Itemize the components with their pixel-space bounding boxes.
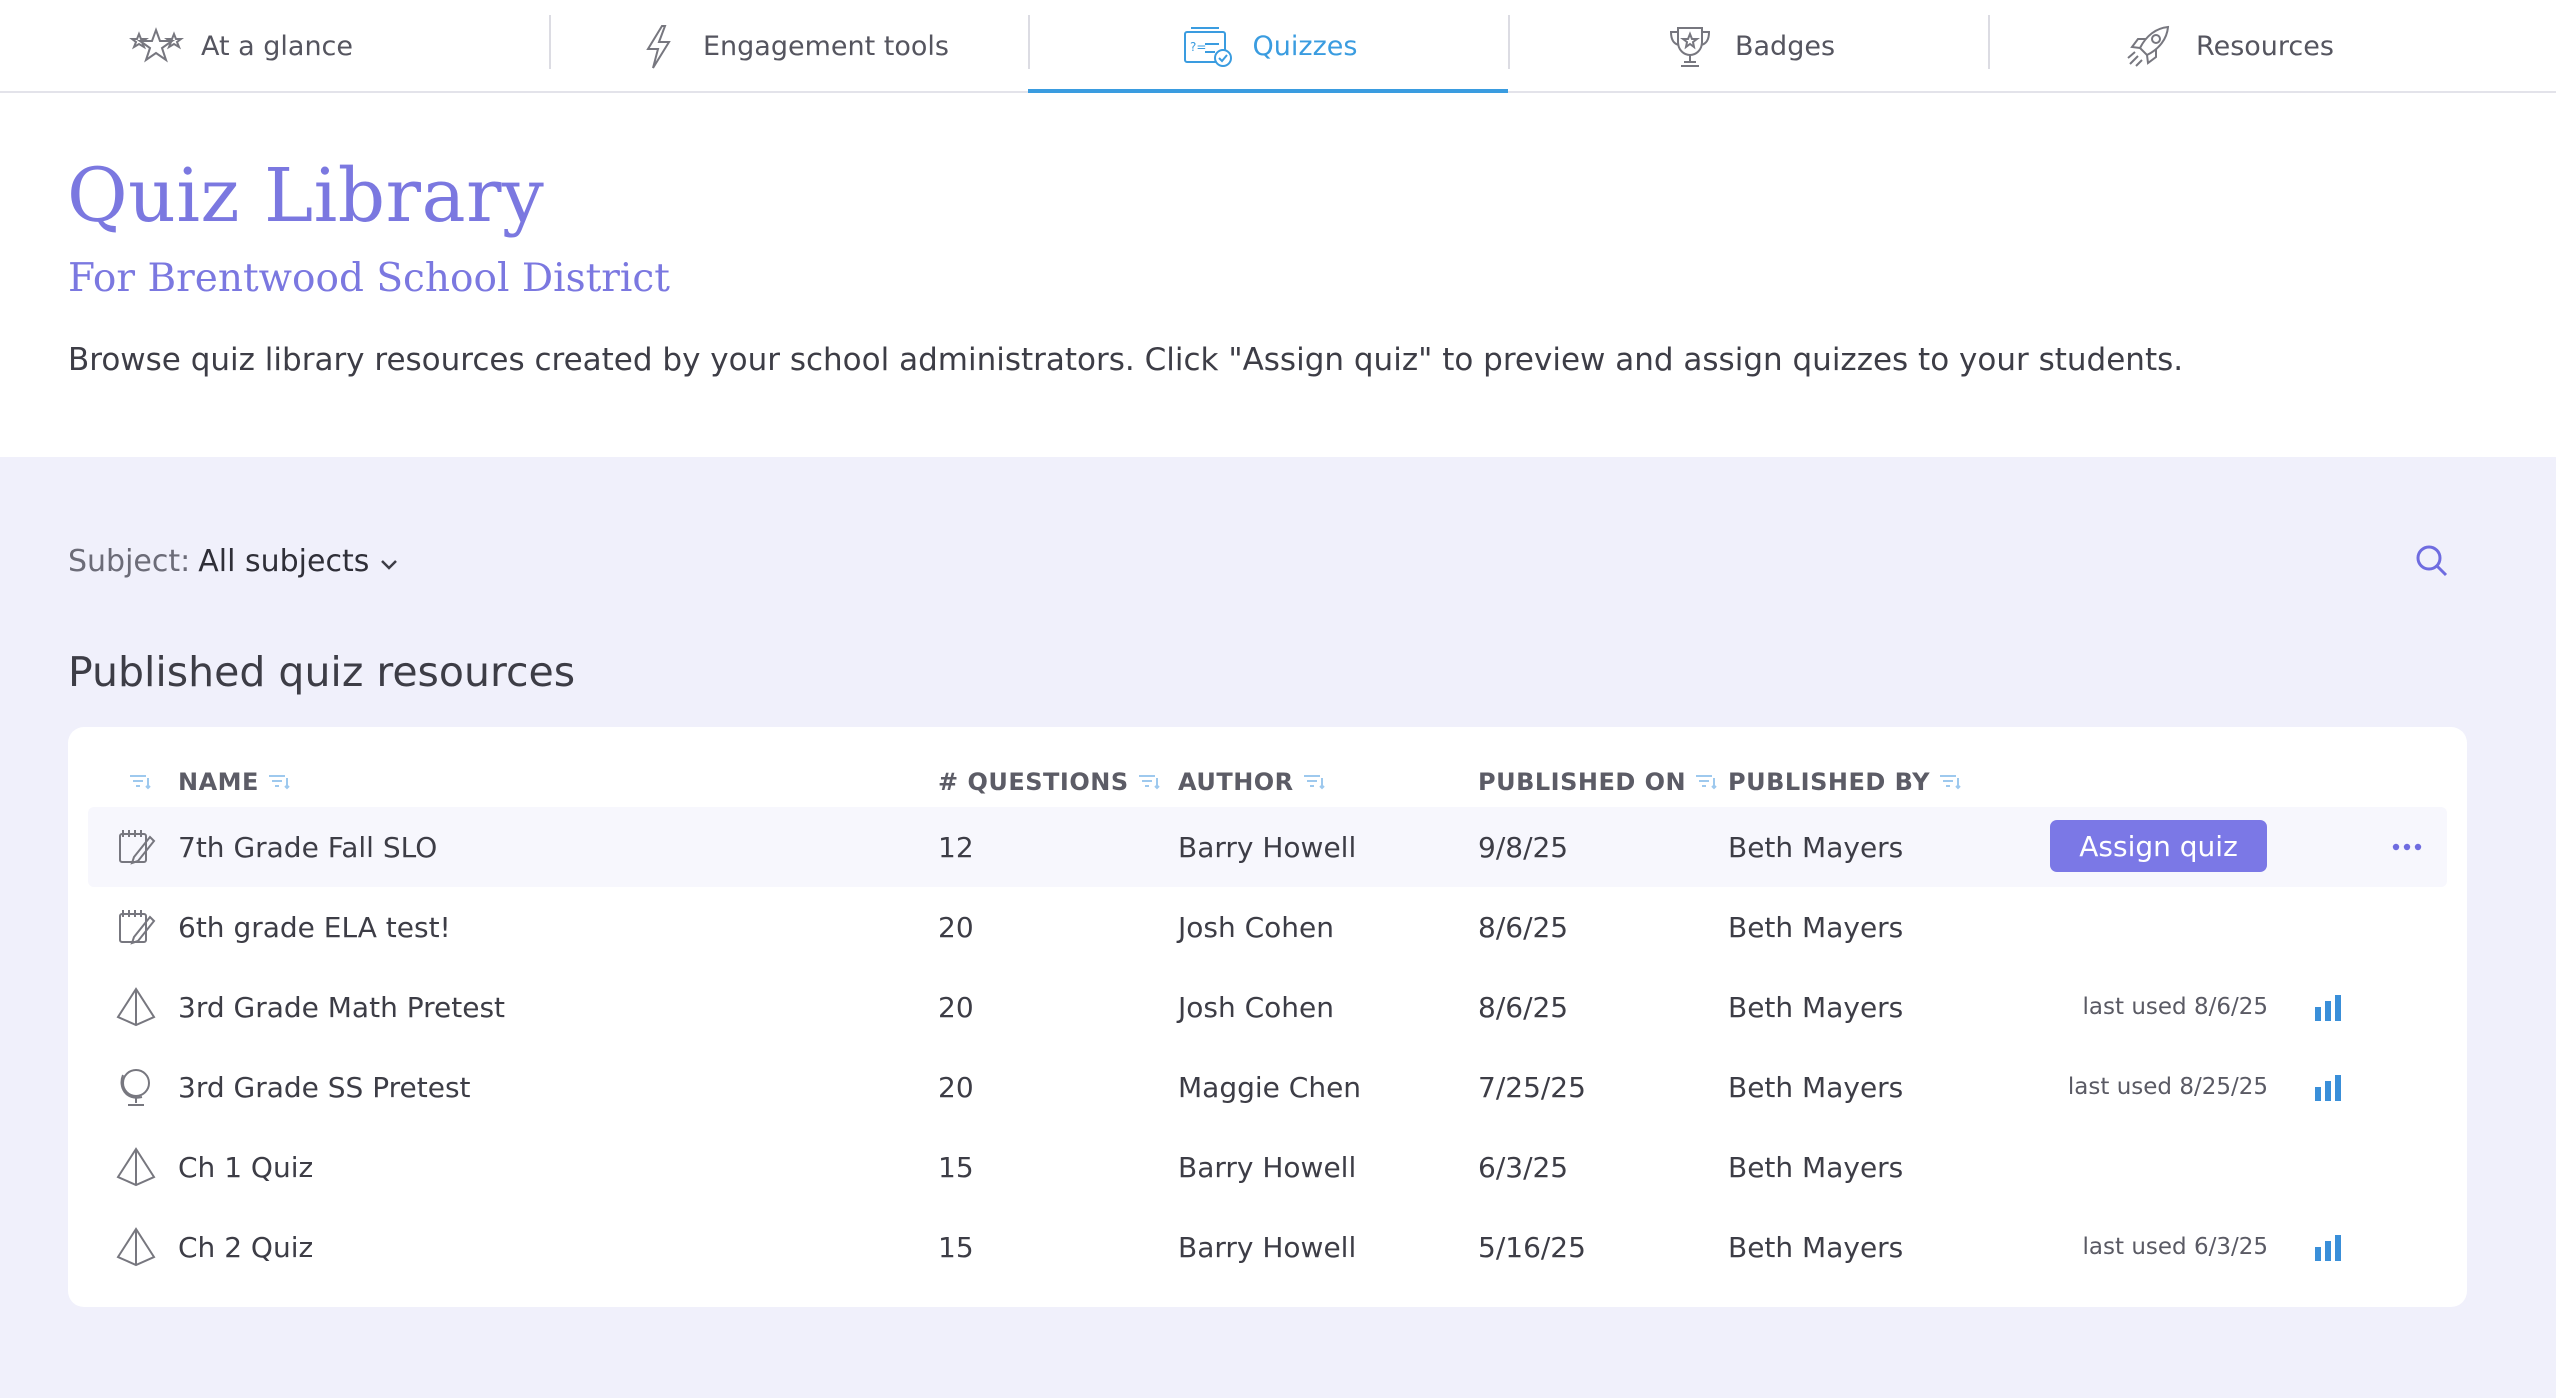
tab-badges[interactable]: Badges bbox=[1508, 0, 1988, 93]
table-row[interactable]: 3rd Grade SS Pretest 20 Maggie Chen 7/25… bbox=[88, 1047, 2447, 1127]
tab-resources[interactable]: Resources bbox=[1988, 0, 2468, 93]
tab-label: Resources bbox=[2196, 31, 2334, 62]
page-subtitle: For Brentwood School District bbox=[68, 256, 670, 301]
search-button[interactable] bbox=[2412, 541, 2452, 581]
quiz-published-by: Beth Mayers bbox=[1728, 910, 1904, 944]
sort-icon bbox=[128, 772, 152, 792]
column-header-published-by[interactable]: PUBLISHED BY bbox=[1728, 762, 1962, 802]
assign-quiz-button[interactable]: Assign quiz bbox=[2050, 820, 2267, 872]
table-row[interactable]: Ch 2 Quiz 15 Barry Howell 5/16/25 Beth M… bbox=[88, 1207, 2447, 1287]
column-header-questions[interactable]: # QUESTIONS bbox=[938, 762, 1161, 802]
quiz-questions: 20 bbox=[938, 910, 974, 944]
chevron-down-icon[interactable] bbox=[377, 548, 401, 576]
quiz-published-by: Beth Mayers bbox=[1728, 1150, 1904, 1184]
column-label: PUBLISHED ON bbox=[1478, 768, 1687, 796]
quiz-published-on: 6/3/25 bbox=[1478, 1150, 1569, 1184]
quiz-published-by: Beth Mayers bbox=[1728, 1070, 1904, 1104]
column-label: PUBLISHED BY bbox=[1728, 768, 1930, 796]
column-label: NAME bbox=[178, 768, 259, 796]
sort-all-button[interactable] bbox=[128, 762, 152, 802]
subject-filter-value[interactable]: All subjects bbox=[198, 544, 369, 579]
quiz-name[interactable]: 6th grade ELA test! bbox=[178, 887, 451, 967]
page-description: Browse quiz library resources created by… bbox=[68, 342, 2184, 378]
stats-icon[interactable] bbox=[2311, 989, 2347, 1025]
sort-icon bbox=[1137, 772, 1161, 792]
search-icon bbox=[2416, 545, 2448, 577]
quiz-author: Josh Cohen bbox=[1178, 910, 1335, 944]
rocket-icon bbox=[2122, 22, 2180, 72]
lightning-icon bbox=[629, 22, 687, 72]
stats-icon[interactable] bbox=[2311, 1229, 2347, 1265]
quiz-author: Josh Cohen bbox=[1178, 990, 1335, 1024]
column-header-name[interactable]: NAME bbox=[178, 762, 291, 802]
quiz-author: Barry Howell bbox=[1178, 1150, 1357, 1184]
column-label: AUTHOR bbox=[1178, 768, 1294, 796]
quiz-author: Maggie Chen bbox=[1178, 1070, 1362, 1104]
quiz-name[interactable]: Ch 2 Quiz bbox=[178, 1207, 313, 1287]
quiz-published-on: 9/8/25 bbox=[1478, 830, 1569, 864]
quiz-author: Barry Howell bbox=[1178, 830, 1357, 864]
quiz-questions: 12 bbox=[938, 830, 974, 864]
tab-at-a-glance[interactable]: At a glance bbox=[0, 0, 480, 93]
last-used-label: last used 6/3/25 bbox=[2082, 1234, 2268, 1260]
tab-label: At a glance bbox=[200, 31, 354, 62]
quiz-questions: 20 bbox=[938, 990, 974, 1024]
quiz-name[interactable]: Ch 1 Quiz bbox=[178, 1127, 313, 1207]
quiz-published-by: Beth Mayers bbox=[1728, 990, 1904, 1024]
sort-icon bbox=[1938, 772, 1962, 792]
page-title: Quiz Library bbox=[67, 153, 545, 239]
trophy-icon bbox=[1661, 22, 1719, 72]
tab-label: Engagement tools bbox=[703, 31, 949, 62]
subject-filter-label: Subject: bbox=[68, 544, 191, 579]
notepad-icon bbox=[114, 905, 158, 949]
top-nav: At a glance Engagement tools ?= Quizzes bbox=[0, 0, 2556, 95]
quiz-published-on: 7/25/25 bbox=[1478, 1070, 1586, 1104]
table-row[interactable]: Ch 1 Quiz 15 Barry Howell 6/3/25 Beth Ma… bbox=[88, 1127, 2447, 1207]
quiz-questions: 15 bbox=[938, 1150, 974, 1184]
svg-text:?=: ?= bbox=[1190, 40, 1206, 54]
quiz-name[interactable]: 3rd Grade Math Pretest bbox=[178, 967, 505, 1047]
quiz-published-by: Beth Mayers bbox=[1728, 830, 1904, 864]
tab-quizzes[interactable]: ?= Quizzes bbox=[1028, 0, 1508, 95]
pyramid-icon bbox=[114, 985, 158, 1029]
quiz-name[interactable]: 7th Grade Fall SLO bbox=[178, 807, 437, 887]
ellipsis-icon bbox=[2392, 843, 2422, 851]
last-used-label: last used 8/6/25 bbox=[2082, 994, 2268, 1020]
quiz-name[interactable]: 3rd Grade SS Pretest bbox=[178, 1047, 471, 1127]
sort-icon bbox=[1302, 772, 1326, 792]
table-row[interactable]: 6th grade ELA test! 20 Josh Cohen 8/6/25… bbox=[88, 887, 2447, 967]
quiz-questions: 20 bbox=[938, 1070, 974, 1104]
stars-icon bbox=[127, 22, 185, 72]
table-row[interactable]: 3rd Grade Math Pretest 20 Josh Cohen 8/6… bbox=[88, 967, 2447, 1047]
section-title: Published quiz resources bbox=[68, 648, 576, 696]
sort-icon bbox=[1694, 772, 1718, 792]
more-options-button[interactable] bbox=[2387, 832, 2427, 862]
sort-icon bbox=[267, 772, 291, 792]
quiz-questions: 15 bbox=[938, 1230, 974, 1264]
pyramid-icon bbox=[114, 1145, 158, 1189]
notepad-icon bbox=[114, 825, 158, 869]
last-used-label: last used 8/25/25 bbox=[2067, 1074, 2268, 1100]
quiz-published-by: Beth Mayers bbox=[1728, 1230, 1904, 1264]
subject-filter[interactable]: Subject: All subjects bbox=[68, 544, 401, 579]
pyramid-icon bbox=[114, 1225, 158, 1269]
quiz-author: Barry Howell bbox=[1178, 1230, 1357, 1264]
tab-label: Quizzes bbox=[1252, 31, 1358, 62]
quiz-table: NAME # QUESTIONS AUTHOR PUBLISHED ON PUB… bbox=[68, 727, 2467, 1307]
tab-engagement-tools[interactable]: Engagement tools bbox=[549, 0, 1029, 93]
globe-icon bbox=[114, 1065, 158, 1109]
tab-label: Badges bbox=[1734, 31, 1836, 62]
column-header-published-on[interactable]: PUBLISHED ON bbox=[1478, 762, 1718, 802]
stats-icon[interactable] bbox=[2311, 1069, 2347, 1105]
page-header: Quiz Library For Brentwood School Distri… bbox=[0, 93, 2556, 457]
quiz-published-on: 8/6/25 bbox=[1478, 990, 1569, 1024]
column-header-author[interactable]: AUTHOR bbox=[1178, 762, 1326, 802]
quiz-icon: ?= bbox=[1179, 22, 1237, 72]
quiz-published-on: 5/16/25 bbox=[1478, 1230, 1586, 1264]
quiz-published-on: 8/6/25 bbox=[1478, 910, 1569, 944]
column-label: # QUESTIONS bbox=[938, 768, 1129, 796]
table-row[interactable]: 7th Grade Fall SLO 12 Barry Howell 9/8/2… bbox=[88, 807, 2447, 887]
